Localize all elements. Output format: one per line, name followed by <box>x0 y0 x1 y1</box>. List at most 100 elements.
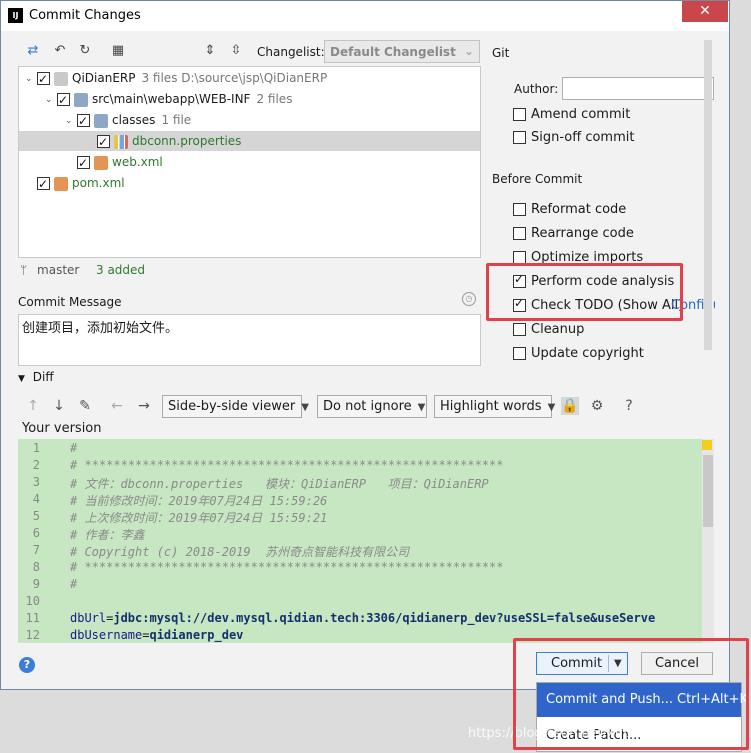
lock-icon[interactable]: 🔒 <box>561 397 579 415</box>
your-version-label: Your version <box>22 421 102 436</box>
help-button[interactable]: ? <box>19 657 35 673</box>
tree-row[interactable]: ⌄ src\main\webapp\WEB-INF 2 files <box>19 89 480 110</box>
before-commit-option[interactable]: Reformat code <box>513 202 626 217</box>
group-icon[interactable]: ▦ <box>110 43 126 59</box>
tree-row[interactable]: ⌄ classes 1 file <box>19 110 480 131</box>
branch-icon: ᛘ <box>20 263 28 277</box>
code-line: # <box>70 577 78 591</box>
signoff-commit-checkbox[interactable]: Sign-off commit <box>513 130 634 145</box>
module-icon <box>54 71 68 86</box>
chevron-down-icon[interactable]: ⌄ <box>45 90 57 110</box>
collapse-all-icon[interactable]: ⇳ <box>228 43 244 59</box>
title-bar: IJ Commit Changes ✕ <box>1 1 729 31</box>
line-number: 12 <box>25 628 40 642</box>
diff-section-toggle[interactable]: ▼ Diff <box>18 370 54 384</box>
line-number: 4 <box>32 492 40 506</box>
checkbox-box <box>513 131 526 144</box>
code-line: # 作者：李鑫 <box>70 528 145 542</box>
chevron-down-icon: ▼ <box>301 402 309 413</box>
before-commit-option[interactable]: Cleanup <box>513 322 584 337</box>
changelist-value: Default Changelist <box>330 45 456 59</box>
file-checkbox[interactable] <box>97 132 110 152</box>
changelist-label: Changelist: <box>257 45 325 59</box>
code-line: # 上次修改时间：2019年07月24日 15:59:21 <box>70 511 328 525</box>
code-line: dbUrl=jdbc:mysql://dev.mysql.qidian.tech… <box>70 611 655 625</box>
before-commit-option-label: Cleanup <box>531 322 585 337</box>
tree-item-name: src\main\webapp\WEB-INF <box>92 92 251 106</box>
branch-name: master <box>37 263 80 277</box>
tree-row[interactable]: web.xml <box>19 152 480 173</box>
changelist-select[interactable]: Default Changelist ⌄ <box>324 40 480 63</box>
code-line: dbUsername=qidianerp_dev <box>70 628 243 642</box>
tree-row[interactable]: ⌄ QiDianERP 3 files D:\source\jsp\QiDianER… <box>19 68 480 89</box>
refresh-icon[interactable]: ↻ <box>77 43 93 59</box>
code-line: # 当前修改时间：2019年07月24日 15:59:26 <box>70 494 328 508</box>
file-checkbox[interactable] <box>77 153 90 173</box>
chevron-down-icon: ▼ <box>547 402 556 413</box>
file-checkbox[interactable] <box>77 111 90 131</box>
checkbox-box <box>513 323 526 336</box>
author-label: Author: <box>514 82 559 96</box>
prev-diff-icon[interactable]: ↑ <box>24 397 42 415</box>
amend-commit-checkbox[interactable]: Amend commit <box>513 107 630 122</box>
file-checkbox[interactable] <box>37 69 50 89</box>
expand-all-icon[interactable]: ⇕ <box>202 43 218 59</box>
signoff-commit-label: Sign-off commit <box>531 130 635 145</box>
line-number: 6 <box>32 526 40 540</box>
line-number: 9 <box>32 577 40 591</box>
help-icon[interactable]: ? <box>620 397 638 415</box>
move-arrows-icon[interactable]: ⇄ <box>25 43 41 59</box>
changes-tree[interactable]: ⌄ QiDianERP 3 files D:\source\jsp\QiDianER… <box>18 66 481 258</box>
highlight-box <box>513 638 749 750</box>
checkbox-box <box>513 108 526 121</box>
ignore-select[interactable]: Do not ignore ▼ <box>317 395 427 418</box>
before-commit-option-label: Update copyright <box>531 346 644 361</box>
right-panel-scrollbar[interactable] <box>704 40 712 350</box>
commit-message-input[interactable]: 创建项目，添加初始文件。 <box>18 314 481 366</box>
viewer-select[interactable]: Side-by-side viewer ▼ <box>162 395 309 418</box>
tree-row[interactable]: pom.xml <box>19 173 480 194</box>
next-diff-icon[interactable]: ↓ <box>50 397 68 415</box>
property-key: dbUsername <box>70 628 143 642</box>
diff-editor[interactable]: 1 2 3 4 5 6 7 8 9 10 11 12 # # *********************… <box>18 439 714 643</box>
added-count: 3 added <box>96 263 146 277</box>
ignore-value: Do not ignore <box>323 399 412 414</box>
viewer-value: Side-by-side viewer <box>168 399 296 414</box>
line-number: 10 <box>25 594 40 608</box>
chevron-down-icon: ⌄ <box>463 44 474 58</box>
tree-item-meta: 3 files D:\source\jsp\QiDianERP <box>141 71 328 85</box>
chevron-down-icon[interactable]: ⌄ <box>65 111 77 131</box>
gear-icon[interactable]: ⚙ <box>588 397 606 415</box>
file-checkbox[interactable] <box>57 90 70 110</box>
line-number: 8 <box>32 560 40 574</box>
code-line: # Copyright (c) 2018-2019 苏州奇点智能科技有限公司 <box>70 545 410 559</box>
undo-icon[interactable]: ↶ <box>52 43 68 59</box>
tree-item-name: web.xml <box>112 155 163 169</box>
code-line: # **************************************… <box>70 458 504 472</box>
highlight-select[interactable]: Highlight words ▼ <box>434 395 555 418</box>
tree-row[interactable]: dbconn.properties <box>19 131 480 152</box>
line-number: 5 <box>32 509 40 523</box>
property-value: jdbc:mysql://dev.mysql.qidian.tech:3306/… <box>113 611 656 625</box>
close-button[interactable]: ✕ <box>682 1 728 22</box>
branch-indicator[interactable]: ᛘ master <box>20 263 79 277</box>
history-clock-icon[interactable]: ◷ <box>462 292 476 306</box>
before-commit-label: Before Commit <box>492 172 583 186</box>
back-arrow-icon[interactable]: ← <box>108 397 126 415</box>
tree-item-meta: 1 file <box>161 113 192 127</box>
chevron-down-icon: ▼ <box>417 402 426 413</box>
before-commit-option[interactable]: Rearrange code <box>513 226 634 241</box>
tree-item-meta: 2 files <box>256 92 293 106</box>
file-checkbox[interactable] <box>37 174 50 194</box>
property-value: qidianerp_dev <box>149 628 244 642</box>
forward-arrow-icon[interactable]: → <box>135 397 153 415</box>
chevron-down-icon[interactable]: ⌄ <box>25 69 37 89</box>
change-marker[interactable] <box>702 440 712 450</box>
before-commit-option[interactable]: Update copyright <box>513 346 644 361</box>
author-field[interactable] <box>562 77 714 100</box>
editor-scroll-thumb[interactable] <box>703 455 713 527</box>
tree-item-name: QiDianERP <box>72 71 136 85</box>
edit-icon[interactable]: ✎ <box>76 397 94 415</box>
line-number: 1 <box>32 441 40 455</box>
tree-item-name: dbconn.properties <box>132 134 242 148</box>
